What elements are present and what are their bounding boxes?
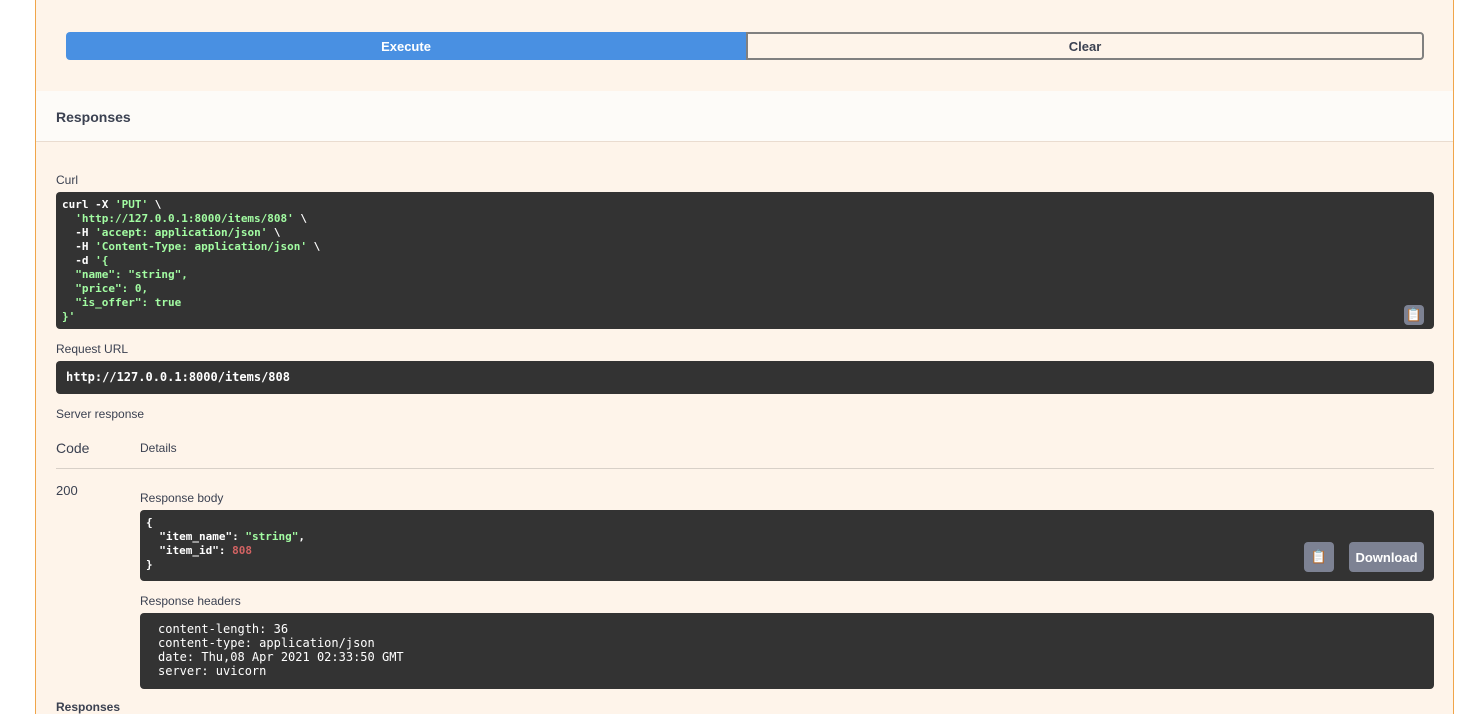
clipboard-icon: 📋 bbox=[1405, 307, 1423, 322]
response-body-code: { "item_name": "string", "item_id": 808 … bbox=[140, 510, 1434, 581]
response-headers-code: content-length: 36 content-type: applicat… bbox=[140, 613, 1434, 689]
request-url-label: Request URL bbox=[56, 342, 129, 356]
divider bbox=[56, 468, 1434, 469]
copy-body-button[interactable]: 📋 bbox=[1304, 542, 1334, 572]
server-response-label: Server response bbox=[56, 407, 145, 421]
responses-bottom-title: Responses bbox=[56, 700, 121, 714]
clipboard-icon: 📋 bbox=[1310, 549, 1328, 564]
curl-label: Curl bbox=[56, 173, 79, 187]
responses-header: Responses bbox=[36, 91, 1453, 142]
execute-button[interactable]: Execute bbox=[66, 32, 746, 60]
clear-button[interactable]: Clear bbox=[746, 32, 1424, 60]
response-code: 200 bbox=[56, 483, 78, 498]
curl-code-block: curl -X 'PUT' \ 'http://127.0.0.1:8000/i… bbox=[56, 192, 1434, 329]
responses-title: Responses bbox=[56, 109, 131, 125]
response-body-label: Response body bbox=[140, 491, 224, 505]
response-headers-label: Response headers bbox=[140, 594, 241, 608]
copy-curl-button[interactable]: 📋 bbox=[1404, 305, 1424, 325]
download-button[interactable]: Download bbox=[1349, 542, 1424, 572]
operation-panel: Execute Clear Responses Curl curl -X 'PU… bbox=[35, 0, 1454, 714]
details-column-header: Details bbox=[140, 441, 177, 455]
code-column-header: Code bbox=[56, 440, 90, 456]
request-url-value: http://127.0.0.1:8000/items/808 bbox=[56, 361, 1434, 394]
